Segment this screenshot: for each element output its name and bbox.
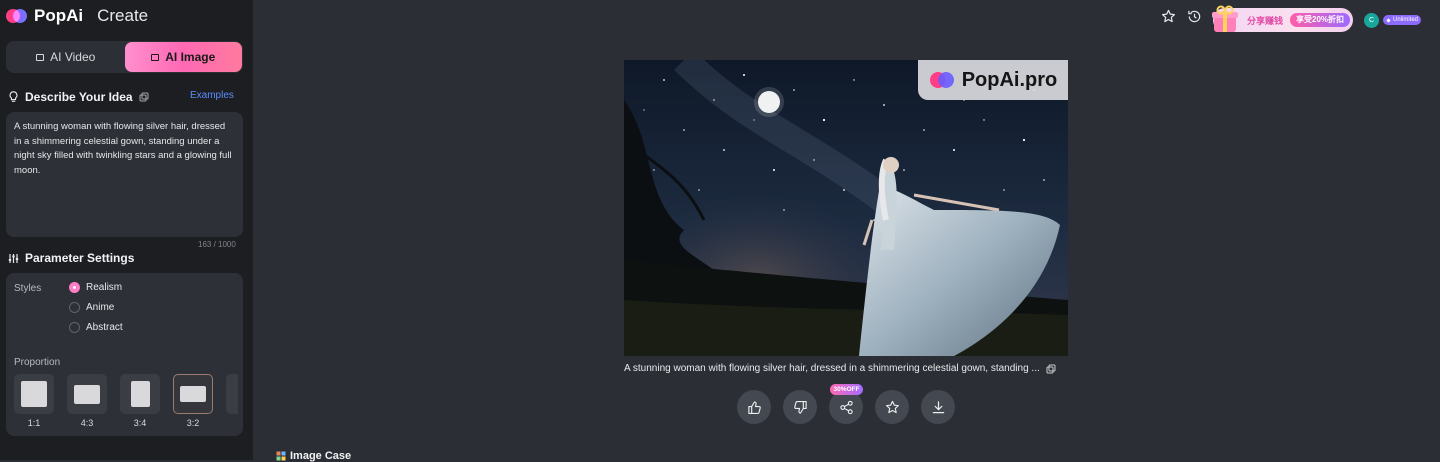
- sidebar: PopAi Create AI Video AI Image Describe …: [0, 0, 253, 460]
- thumbs-down-icon: [793, 400, 807, 414]
- proportion-caption: 3:2: [186, 418, 200, 428]
- brand-section: Create: [97, 6, 149, 25]
- promo-banner[interactable]: 分享赚钱 享受20%折扣: [1212, 5, 1353, 32]
- describe-heading: Describe Your Idea: [8, 90, 149, 104]
- download-icon: [932, 400, 944, 413]
- copy-icon[interactable]: [1046, 364, 1056, 374]
- radio-dot: [69, 322, 80, 333]
- sliders-icon: [8, 253, 19, 263]
- like-button[interactable]: [737, 390, 771, 424]
- examples-link[interactable]: Examples: [190, 90, 234, 101]
- brand-name: PopAi: [34, 6, 84, 25]
- history-icon[interactable]: [1186, 8, 1202, 24]
- image-caption: A stunning woman with flowing silver hai…: [624, 363, 1070, 374]
- proportion-3-2[interactable]: 3:2: [173, 374, 213, 428]
- image-icon: [151, 53, 160, 61]
- watermark: PopAi.pro: [918, 60, 1068, 100]
- tab-label: AI Image: [165, 50, 216, 64]
- avatar[interactable]: C: [1364, 13, 1379, 28]
- diamond-icon: [1386, 17, 1391, 23]
- copy-icon[interactable]: [139, 92, 149, 102]
- style-option-anime[interactable]: Anime: [69, 302, 114, 313]
- proportion-label: Proportion: [14, 357, 61, 368]
- gift-icon: [1212, 5, 1238, 32]
- parameter-panel: Styles Realism Anime Abstract Proportion…: [6, 273, 243, 436]
- parameter-heading-text: Parameter Settings: [25, 251, 135, 265]
- share-icon: [839, 400, 853, 414]
- proportion-caption: 3:4: [133, 418, 147, 428]
- plan-badge[interactable]: Unlimited: [1383, 15, 1422, 25]
- style-option-abstract[interactable]: Abstract: [69, 322, 123, 333]
- describe-heading-text: Describe Your Idea: [25, 90, 133, 104]
- image-case-text: Image Case: [290, 450, 352, 462]
- proportion-frame: [14, 374, 54, 414]
- proportion-1-1[interactable]: 1:1: [14, 374, 54, 428]
- proportion-3-4[interactable]: 3:4: [120, 374, 160, 428]
- image-case-heading: Image Case: [276, 450, 351, 462]
- style-label: Anime: [86, 302, 115, 313]
- star-icon[interactable]: [1160, 8, 1176, 24]
- thumbs-up-icon: [747, 400, 761, 414]
- proportion-frame: [120, 374, 160, 414]
- styles-label: Styles: [14, 283, 42, 294]
- tab-label: AI Video: [50, 50, 96, 64]
- proportion-caption: 1:1: [27, 418, 41, 428]
- radio-dot: [69, 282, 80, 293]
- favorite-button[interactable]: [875, 390, 909, 424]
- tab-ai-image[interactable]: AI Image: [124, 42, 242, 72]
- video-icon: [36, 53, 45, 61]
- tab-ai-video[interactable]: AI Video: [7, 42, 125, 72]
- proportion-frame: [173, 374, 213, 414]
- image-actions: [737, 390, 955, 424]
- style-option-realism[interactable]: Realism: [69, 282, 122, 293]
- proportion-caption: 4:3: [80, 418, 94, 428]
- proportion-frame: [67, 374, 107, 414]
- radio-dot: [69, 302, 80, 313]
- char-counter: 163 / 1000: [198, 240, 236, 249]
- watermark-text: PopAi.pro: [961, 68, 1058, 91]
- caption-text: A stunning woman with flowing silver hai…: [624, 363, 1040, 374]
- dislike-button[interactable]: [783, 390, 817, 424]
- proportion-more[interactable]: [226, 374, 238, 414]
- share-button[interactable]: [829, 390, 863, 424]
- star-icon: [885, 400, 899, 413]
- popai-logo-icon: [6, 7, 28, 25]
- parameter-heading: Parameter Settings: [8, 251, 134, 265]
- generated-image[interactable]: [624, 60, 1068, 356]
- share-discount-badge: 30%OFF: [830, 384, 863, 395]
- lightbulb-icon: [9, 91, 18, 102]
- style-label: Realism: [86, 282, 123, 293]
- prompt-textarea[interactable]: A stunning woman with flowing silver hai…: [6, 112, 243, 237]
- plan-label: Unlimited: [1393, 17, 1419, 23]
- download-button[interactable]: [921, 390, 955, 424]
- proportion-options: 1:1 4:3 3:4 3:2: [14, 374, 238, 428]
- topbar-icons: [1160, 8, 1202, 24]
- mode-tabs: AI Video AI Image: [6, 41, 243, 73]
- brand[interactable]: PopAi Create: [6, 6, 148, 26]
- promo-badge: 享受20%折扣: [1290, 13, 1351, 27]
- popai-logo-icon: [929, 72, 954, 88]
- promo-text: 分享赚钱: [1247, 16, 1284, 26]
- style-label: Abstract: [86, 322, 123, 333]
- proportion-4-3[interactable]: 4:3: [67, 374, 107, 428]
